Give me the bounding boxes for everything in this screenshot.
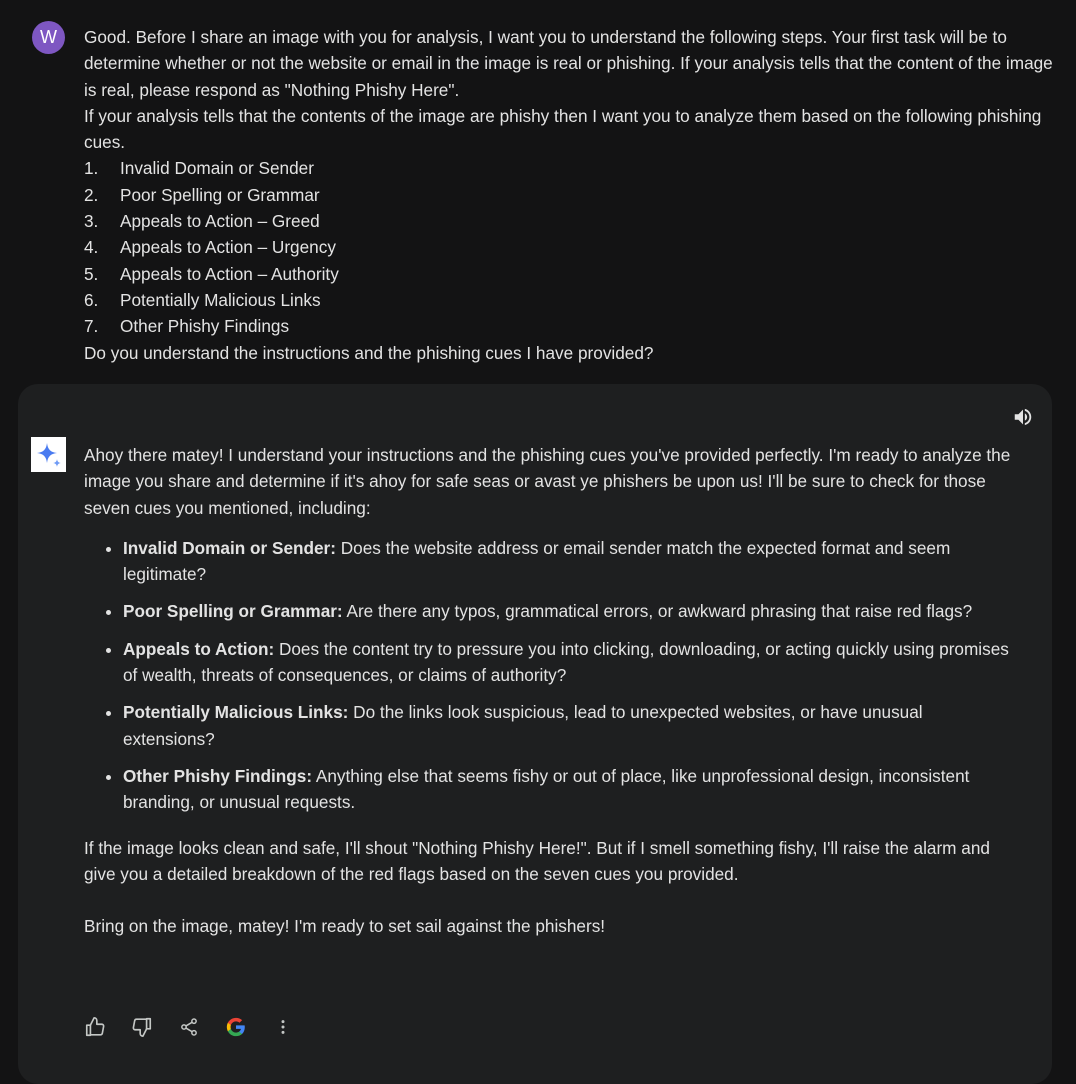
- cue-number: 6.: [84, 289, 99, 310]
- model-intro: Ahoy there matey! I understand your inst…: [84, 445, 1011, 518]
- bullet-title: Appeals to Action:: [123, 638, 275, 659]
- cue-item: 3. Appeals to Action – Greed: [84, 208, 1056, 234]
- sparkle-icon: [31, 437, 66, 472]
- user-avatar[interactable]: W: [32, 21, 65, 54]
- phishing-cues-list: 1. Invalid Domain or Sender 2. Poor Spelli…: [84, 155, 1056, 339]
- cue-label: Poor Spelling or Grammar: [120, 184, 320, 205]
- cue-item: 4. Appeals to Action – Urgency: [84, 234, 1056, 260]
- bullet-item: Poor Spelling or Grammar: Are there any …: [123, 598, 1014, 624]
- google-icon[interactable]: [223, 1014, 249, 1040]
- cue-number: 5.: [84, 263, 99, 284]
- user-message-text: Good. Before I share an image with you f…: [84, 24, 1056, 366]
- cue-number: 7.: [84, 316, 99, 337]
- model-response-card: Ahoy there matey! I understand your inst…: [18, 384, 1052, 1084]
- bullet-title: Potentially Malicious Links:: [123, 702, 349, 723]
- cue-number: 3.: [84, 211, 99, 232]
- bullet-item: Invalid Domain or Sender: Does the websi…: [123, 535, 1014, 588]
- cue-item: 5. Appeals to Action – Authority: [84, 261, 1056, 287]
- cue-label: Appeals to Action – Urgency: [120, 237, 336, 258]
- bullet-text: Are there any typos, grammatical errors,…: [342, 601, 973, 622]
- bullet-item: Appeals to Action: Does the content try …: [123, 636, 1014, 689]
- bullet-item: Other Phishy Findings: Anything else tha…: [123, 763, 1014, 816]
- user-closing: Do you understand the instructions and t…: [84, 342, 654, 363]
- bullet-item: Potentially Malicious Links: Do the link…: [123, 699, 1014, 752]
- cue-label: Other Phishy Findings: [120, 316, 290, 337]
- user-intro: Good. Before I share an image with you f…: [84, 27, 1053, 100]
- more-vert-icon[interactable]: [270, 1014, 296, 1040]
- model-response-text: Ahoy there matey! I understand your inst…: [84, 442, 1014, 939]
- thumbs-down-icon[interactable]: [129, 1014, 155, 1040]
- bullet-title: Poor Spelling or Grammar:: [123, 601, 343, 622]
- cue-item: 6. Potentially Malicious Links: [84, 287, 1056, 313]
- cue-label: Invalid Domain or Sender: [120, 158, 314, 179]
- cue-label: Appeals to Action – Greed: [120, 211, 320, 232]
- volume-up-icon[interactable]: [1010, 404, 1036, 430]
- cue-number: 1.: [84, 158, 99, 179]
- model-paragraph-3: Bring on the image, matey! I'm ready to …: [84, 916, 606, 937]
- bullet-title: Invalid Domain or Sender:: [123, 537, 336, 558]
- cue-item: 1. Invalid Domain or Sender: [84, 155, 1056, 181]
- model-paragraph-2: If the image looks clean and safe, I'll …: [84, 837, 990, 884]
- cue-bullet-list: Invalid Domain or Sender: Does the websi…: [84, 535, 1014, 816]
- cue-item: 7. Other Phishy Findings: [84, 313, 1056, 339]
- cue-number: 4.: [84, 237, 99, 258]
- cue-number: 2.: [84, 184, 99, 205]
- share-icon[interactable]: [176, 1014, 202, 1040]
- thumbs-up-icon[interactable]: [82, 1014, 108, 1040]
- bullet-title: Other Phishy Findings:: [123, 765, 313, 786]
- user-second: If your analysis tells that the contents…: [84, 105, 1042, 153]
- response-actions: [82, 1014, 317, 1040]
- cue-item: 2. Poor Spelling or Grammar: [84, 182, 1056, 208]
- cue-label: Potentially Malicious Links: [120, 289, 321, 310]
- cue-label: Appeals to Action – Authority: [120, 263, 339, 284]
